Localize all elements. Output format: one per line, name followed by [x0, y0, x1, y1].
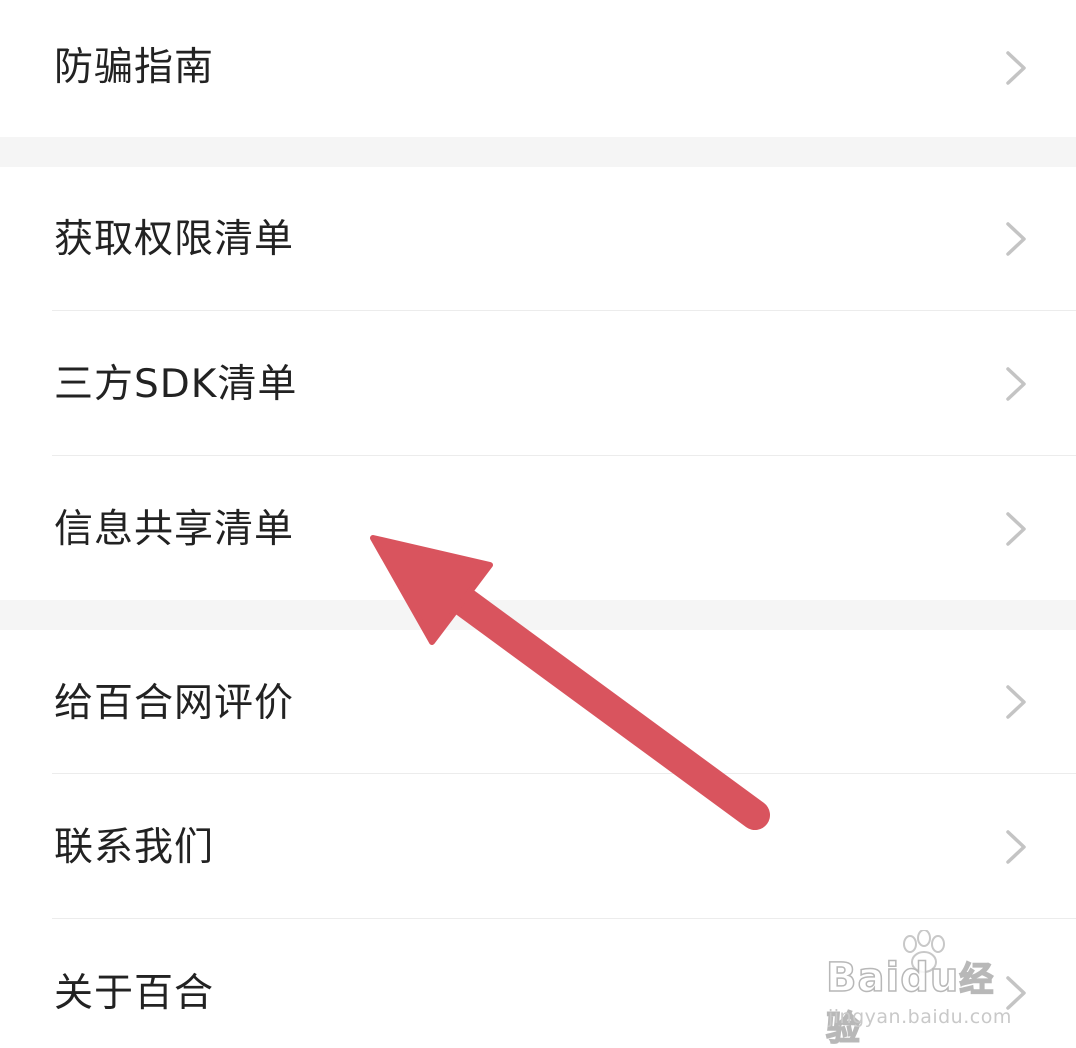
- menu-item-label: 防骗指南: [54, 45, 215, 90]
- menu-item-permissions-list[interactable]: 获取权限清单: [0, 167, 1076, 310]
- chevron-right-icon: [1006, 976, 1026, 1010]
- menu-item-label: 信息共享清单: [54, 507, 295, 552]
- chevron-right-icon: [1006, 830, 1026, 864]
- settings-page: 防骗指南 获取权限清单 三方SDK清单 信息共享清单 给百合网评价 联系我们 关…: [0, 0, 1076, 1048]
- menu-item-label: 联系我们: [54, 825, 215, 870]
- menu-item-info-sharing-list[interactable]: 信息共享清单: [0, 456, 1076, 600]
- chevron-right-icon: [1006, 685, 1026, 719]
- chevron-right-icon: [1006, 367, 1026, 401]
- chevron-right-icon: [1006, 512, 1026, 546]
- menu-item-anti-fraud-guide[interactable]: 防骗指南: [0, 0, 1076, 137]
- menu-item-label: 给百合网评价: [54, 681, 295, 726]
- chevron-right-icon: [1006, 51, 1026, 85]
- menu-item-label: 三方SDK清单: [54, 362, 298, 407]
- section-gap: [0, 600, 1076, 630]
- chevron-right-icon: [1006, 222, 1026, 256]
- menu-item-about[interactable]: 关于百合: [0, 919, 1076, 1048]
- menu-item-label: 获取权限清单: [54, 217, 295, 262]
- menu-item-third-party-sdk-list[interactable]: 三方SDK清单: [0, 311, 1076, 455]
- menu-item-contact-us[interactable]: 联系我们: [0, 774, 1076, 918]
- menu-item-rate-app[interactable]: 给百合网评价: [0, 630, 1076, 773]
- section-gap: [0, 137, 1076, 167]
- menu-item-label: 关于百合: [54, 971, 215, 1016]
